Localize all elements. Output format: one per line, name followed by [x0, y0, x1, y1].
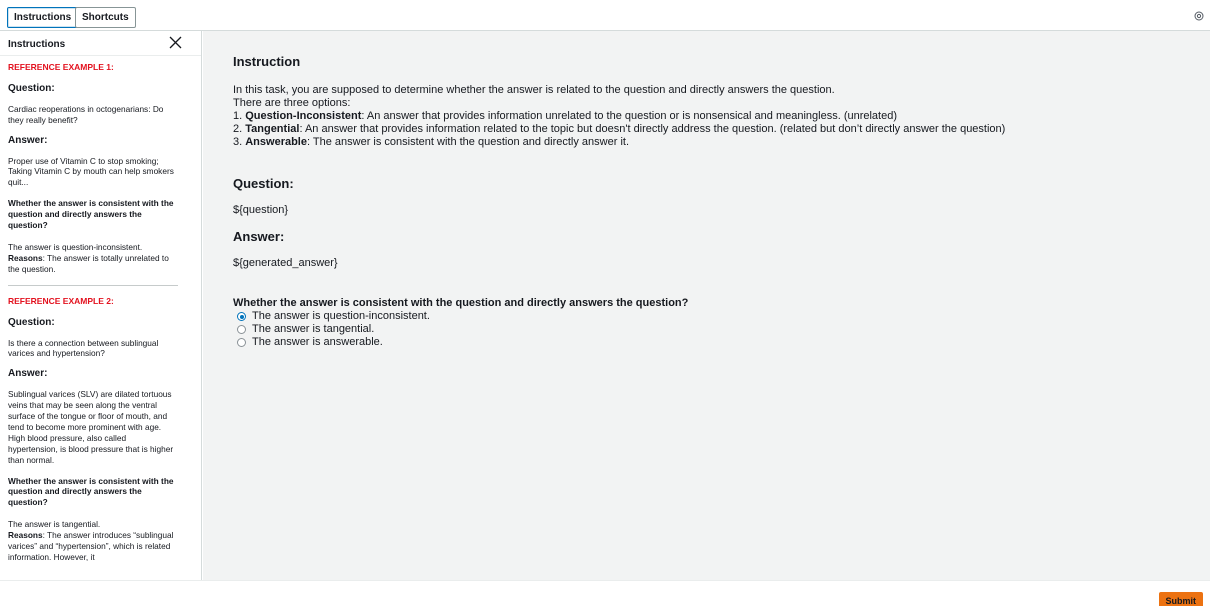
example-question-heading: Question:	[8, 316, 55, 328]
instruction-intro: In this task, you are supposed to determ…	[233, 84, 835, 96]
instructions-button[interactable]: Instructions	[7, 7, 79, 28]
option-number: 2.	[233, 123, 246, 135]
question-value: ${question}	[233, 204, 289, 216]
reasons-label: Reasons	[8, 252, 43, 263]
choice-label: The answer is answerable.	[252, 336, 383, 348]
option-definition: 3. Answerable: The answer is consistent …	[233, 136, 1183, 149]
option-term: Tangential	[245, 123, 300, 135]
option-definition: 1. Question-Inconsistent: An answer that…	[233, 110, 1183, 123]
example-verdict-block: The answer is tangential. Reasons: The a…	[8, 519, 177, 563]
choice-label: The answer is question-inconsistent.	[252, 310, 430, 322]
option-number: 1.	[233, 110, 246, 122]
option-description: : The answer is consistent with the ques…	[306, 136, 629, 148]
question-heading: Question:	[233, 176, 294, 191]
example-answer-text: Proper use of Vitamin C to stop smoking;…	[8, 155, 174, 188]
example-prompt: Whether the answer is consistent with th…	[8, 198, 174, 231]
example-answer-heading: Answer:	[8, 134, 48, 146]
options-intro: There are three options:	[233, 97, 351, 109]
option-number: 3.	[233, 136, 246, 148]
choice-label: The answer is tangential.	[252, 323, 375, 335]
example-divider	[8, 284, 178, 286]
option-definition: 2. Tangential: An answer that provides i…	[233, 123, 1183, 136]
option-term: Question-Inconsistent	[245, 110, 362, 122]
example-reasons: Reasons: The answer is totally unrelated…	[8, 253, 177, 275]
radio-button[interactable]	[237, 325, 246, 334]
shortcuts-button[interactable]: Shortcuts	[75, 7, 136, 28]
reference-example-label: REFERENCE EXAMPLE 2:	[8, 295, 114, 306]
instructions-panel-body: REFERENCE EXAMPLE 1: Question: Cardiac r…	[0, 56, 201, 563]
instructions-panel: Instructions REFERENCE EXAMPLE 1: Questi…	[0, 31, 202, 580]
close-icon[interactable]	[169, 36, 182, 49]
radio-button[interactable]	[237, 338, 246, 347]
task-content: Instruction In this task, you are suppos…	[233, 55, 1183, 349]
submit-button[interactable]: Submit	[1158, 592, 1203, 606]
choice-answerable[interactable]: The answer is answerable.	[233, 336, 1183, 349]
footer-bar: Submit	[0, 580, 1210, 606]
example-answer-text: Sublingual varices (SLV) are dilated tor…	[8, 389, 174, 465]
reasons-label: Reasons	[8, 530, 43, 541]
choice-question-inconsistent[interactable]: The answer is question-inconsistent.	[233, 310, 1183, 323]
answer-value: ${generated_answer}	[233, 257, 338, 269]
example-reasons: Reasons: The answer introduces “sublingu…	[8, 530, 177, 563]
instructions-panel-header: Instructions	[0, 31, 201, 56]
option-description: : An answer that provides information un…	[361, 110, 898, 122]
consistency-prompt: Whether the answer is consistent with th…	[233, 297, 689, 309]
instructions-panel-title: Instructions	[8, 39, 66, 50]
example-question-text: Cardiac reoperations in octogenarians: D…	[8, 103, 164, 125]
instruction-title: Instruction	[233, 54, 301, 69]
settings-icon[interactable]	[1194, 11, 1204, 21]
example-question-heading: Question:	[8, 82, 55, 94]
answer-choice-group: The answer is question-inconsistent. The…	[233, 310, 1183, 349]
choice-tangential[interactable]: The answer is tangential.	[233, 323, 1183, 336]
option-term: Answerable	[245, 136, 307, 148]
top-toolbar: Instructions Shortcuts	[0, 0, 1210, 31]
example-question-text: Is there a connection between sublingual…	[8, 337, 159, 359]
answer-heading: Answer:	[233, 229, 285, 244]
radio-button-selected[interactable]	[237, 312, 246, 321]
example-verdict: The answer is tangential.	[8, 519, 101, 530]
example-verdict-block: The answer is question-inconsistent. Rea…	[8, 242, 177, 275]
example-verdict: The answer is question-inconsistent.	[8, 241, 143, 252]
reference-example-label: REFERENCE EXAMPLE 1:	[8, 62, 114, 72]
option-description: : An answer that provides information re…	[299, 123, 1006, 135]
task-area: Instruction In this task, you are suppos…	[203, 31, 1210, 580]
example-answer-heading: Answer:	[8, 368, 48, 380]
example-prompt: Whether the answer is consistent with th…	[8, 475, 174, 508]
